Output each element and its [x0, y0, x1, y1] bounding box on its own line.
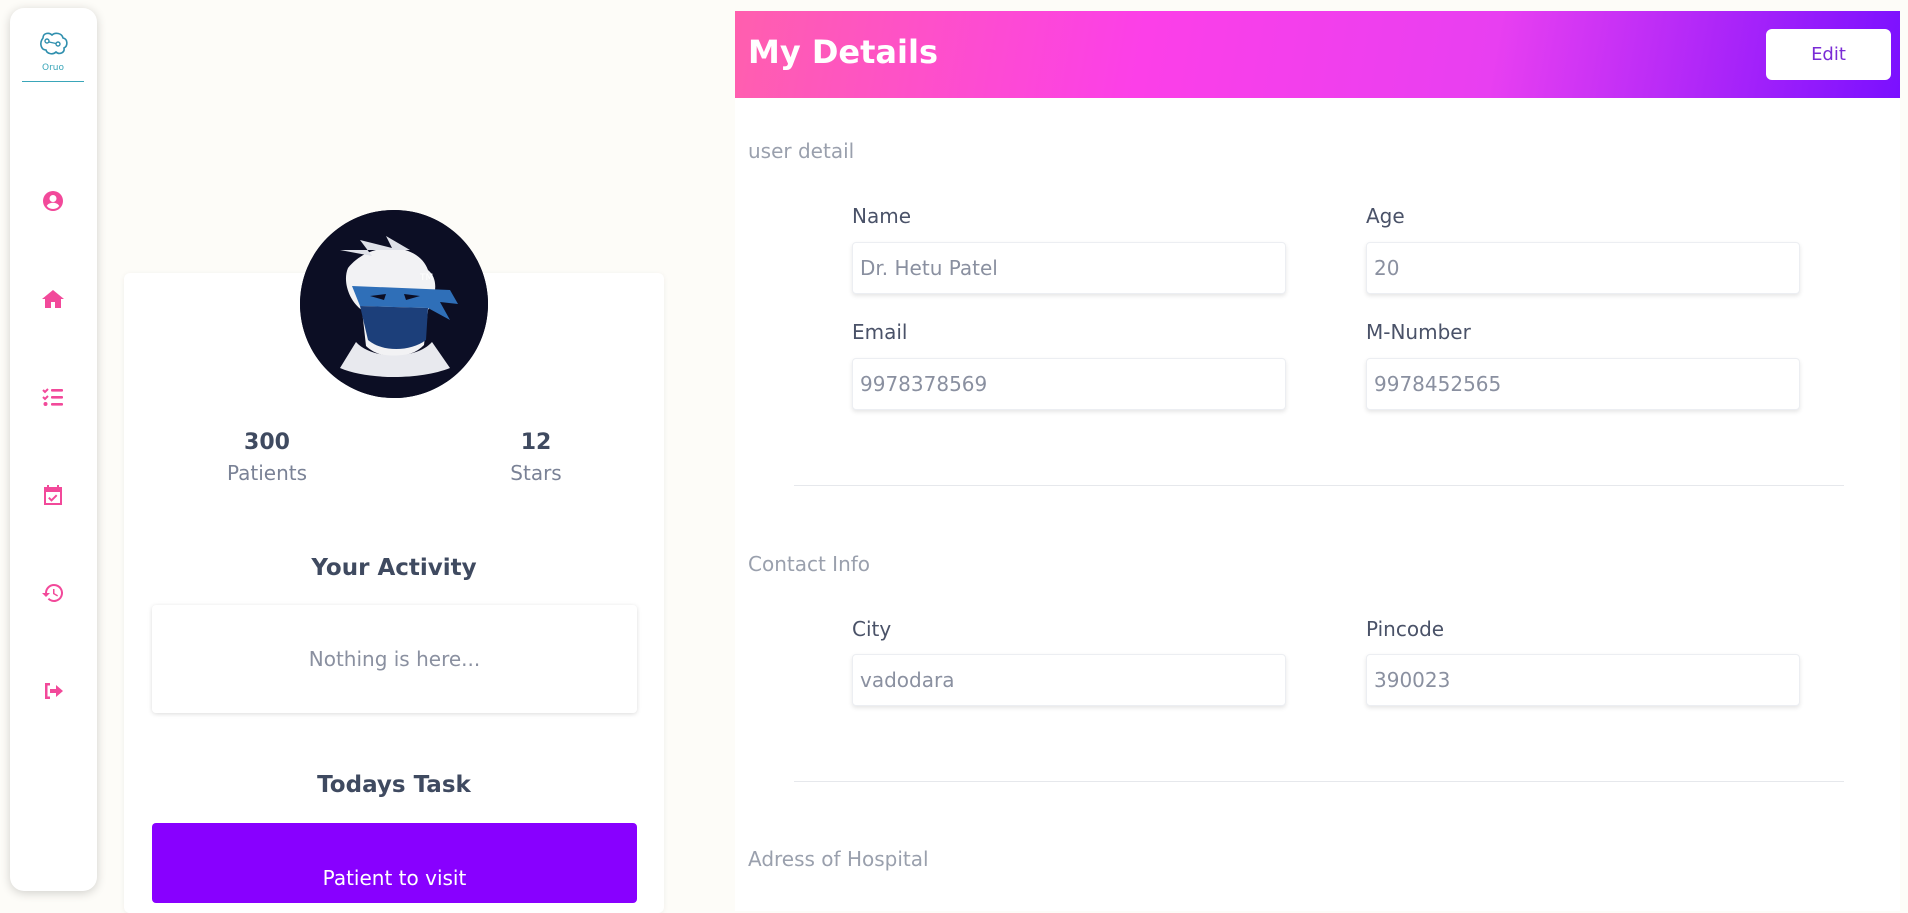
edit-button[interactable]: Edit	[1766, 29, 1891, 80]
home-icon	[42, 290, 64, 308]
details-header: My Details Edit	[735, 11, 1900, 98]
nav-appointments[interactable]	[40, 482, 66, 508]
activity-empty-text: Nothing is here...	[308, 647, 481, 671]
pincode-field[interactable]	[1366, 654, 1800, 706]
email-field[interactable]	[852, 358, 1286, 410]
section-divider	[794, 485, 1844, 486]
stat-value: 12	[520, 430, 552, 455]
city-field[interactable]	[852, 654, 1286, 706]
nav-logout[interactable]	[40, 678, 66, 704]
email-label: Email	[852, 320, 908, 344]
calendar-check-icon	[44, 485, 62, 505]
avatar[interactable]: TM	[300, 210, 488, 398]
task-list-icon	[42, 388, 63, 406]
mnumber-label: M-Number	[1366, 320, 1471, 344]
task-button-label: Patient to visit	[322, 866, 467, 890]
svg-text:TM: TM	[419, 273, 433, 283]
activity-title: Your Activity	[311, 555, 477, 581]
ninja-avatar-icon: TM	[300, 210, 488, 398]
activity-box: Nothing is here...	[152, 605, 637, 713]
task-title: Todays Task	[317, 772, 471, 798]
city-label: City	[852, 617, 892, 641]
nav-profile[interactable]	[40, 188, 66, 214]
page-title: My Details	[748, 33, 938, 71]
logout-icon	[45, 683, 63, 699]
logo-text: Oruo	[42, 63, 64, 73]
stat-patients: 300 Patients	[187, 430, 347, 485]
stat-label: Stars	[510, 461, 562, 485]
contact-info-label: Contact Info	[748, 552, 871, 576]
name-label: Name	[852, 204, 912, 228]
brain-logo-icon	[40, 32, 68, 55]
age-label: Age	[1366, 204, 1405, 228]
sidebar: Oruo	[10, 8, 97, 891]
patient-to-visit-button[interactable]: Patient to visit	[152, 823, 637, 903]
age-field[interactable]	[1366, 242, 1800, 294]
hospital-address-label: Adress of Hospital	[748, 847, 929, 871]
details-panel: My Details Edit user detail Name Age Ema…	[735, 11, 1900, 911]
history-icon	[42, 583, 64, 602]
user-circle-icon	[43, 191, 63, 211]
nav-history[interactable]	[40, 580, 66, 606]
stat-value: 300	[244, 430, 290, 455]
nav-home[interactable]	[40, 286, 66, 312]
name-field[interactable]	[852, 242, 1286, 294]
stat-stars: 12 Stars	[456, 430, 616, 485]
pincode-label: Pincode	[1366, 617, 1445, 641]
mnumber-field[interactable]	[1366, 358, 1800, 410]
nav-tasks[interactable]	[40, 384, 66, 410]
stat-label: Patients	[226, 461, 308, 485]
user-detail-label: user detail	[748, 139, 855, 163]
section-divider	[794, 781, 1844, 782]
app-logo[interactable]: Oruo	[22, 30, 84, 82]
